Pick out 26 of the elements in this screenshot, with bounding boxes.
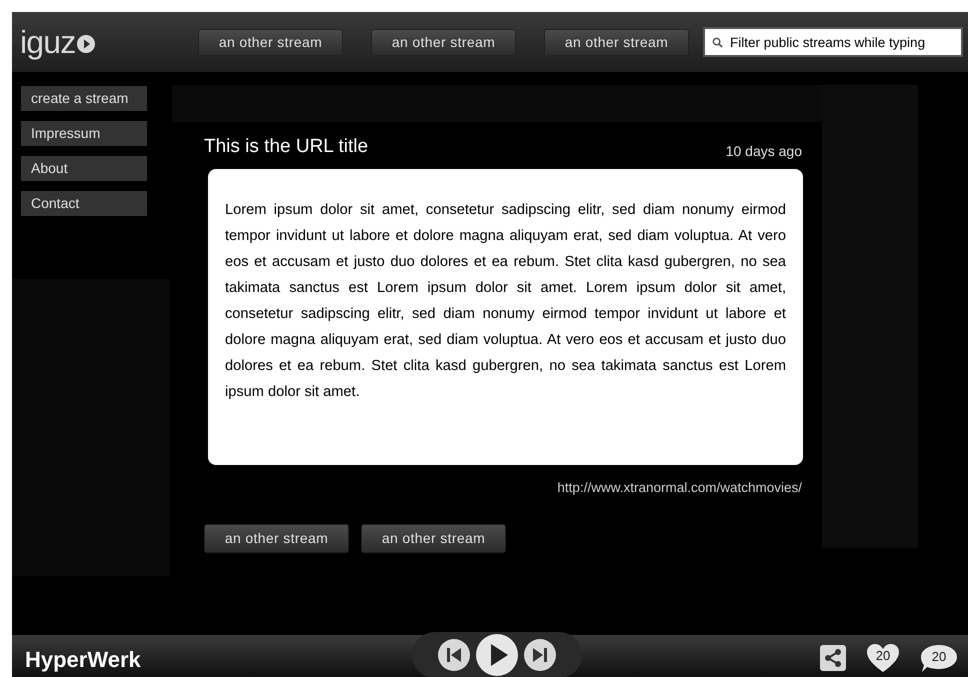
stream-button[interactable]: an other stream bbox=[371, 28, 516, 56]
comment-count: 20 bbox=[932, 648, 946, 666]
speech-bubble-icon[interactable] bbox=[920, 643, 958, 673]
post-text: Lorem ipsum dolor sit amet, consetetur sadipscing elitr, sed diam nonumy eirmod tempor invidunt ut labore et dolore magna aliquyam erat, sed diam voluptua. At vero eos et accusam et justo duo dolores et ea rebum. Stet clita kasd gubergren, no sea takimata sanctus est Lorem ipsum dolor sit amet. Lorem ipsum dolor sit amet, consetetur sadipscing elitr, sed diam nonumy eirmod tempor invidunt ut labore et dolore magna aliquyam erat, sed diam voluptua. At vero eos et accusam et justo duo dolores et ea rebum. Stet clita kasd gubergren, no sea takimata sanctus est Lorem ipsum dolor sit amet. bbox=[225, 201, 786, 402]
play-icon bbox=[76, 34, 96, 54]
brand-name: HyperWerk bbox=[25, 646, 141, 674]
previous-button[interactable] bbox=[437, 638, 471, 672]
next-button[interactable] bbox=[523, 638, 557, 672]
search-icon bbox=[712, 37, 723, 48]
post-title: This is the URL title bbox=[204, 136, 368, 158]
stream-button[interactable]: an other stream bbox=[544, 28, 689, 56]
share-icon[interactable] bbox=[820, 645, 846, 671]
stream-button[interactable]: an other stream bbox=[204, 524, 349, 554]
logo-text: iguz bbox=[20, 26, 76, 58]
sidebar-item[interactable]: Impressum bbox=[21, 121, 147, 146]
heart-icon[interactable] bbox=[866, 643, 900, 673]
sidebar-item[interactable]: About bbox=[21, 156, 147, 181]
post-time: 10 days ago bbox=[726, 142, 802, 161]
like-count: 20 bbox=[876, 647, 890, 666]
sidebar-item[interactable]: create a stream bbox=[21, 86, 147, 111]
post-link[interactable]: http://www.xtranormal.com/watchmovies/ bbox=[557, 478, 802, 498]
stream-button[interactable]: an other stream bbox=[361, 524, 506, 554]
stream-button[interactable]: an other stream bbox=[198, 28, 343, 56]
search-field[interactable]: Filter public streams while typing bbox=[703, 27, 963, 57]
play-button[interactable] bbox=[475, 633, 519, 677]
sidebar-item[interactable]: Contact bbox=[21, 191, 147, 216]
